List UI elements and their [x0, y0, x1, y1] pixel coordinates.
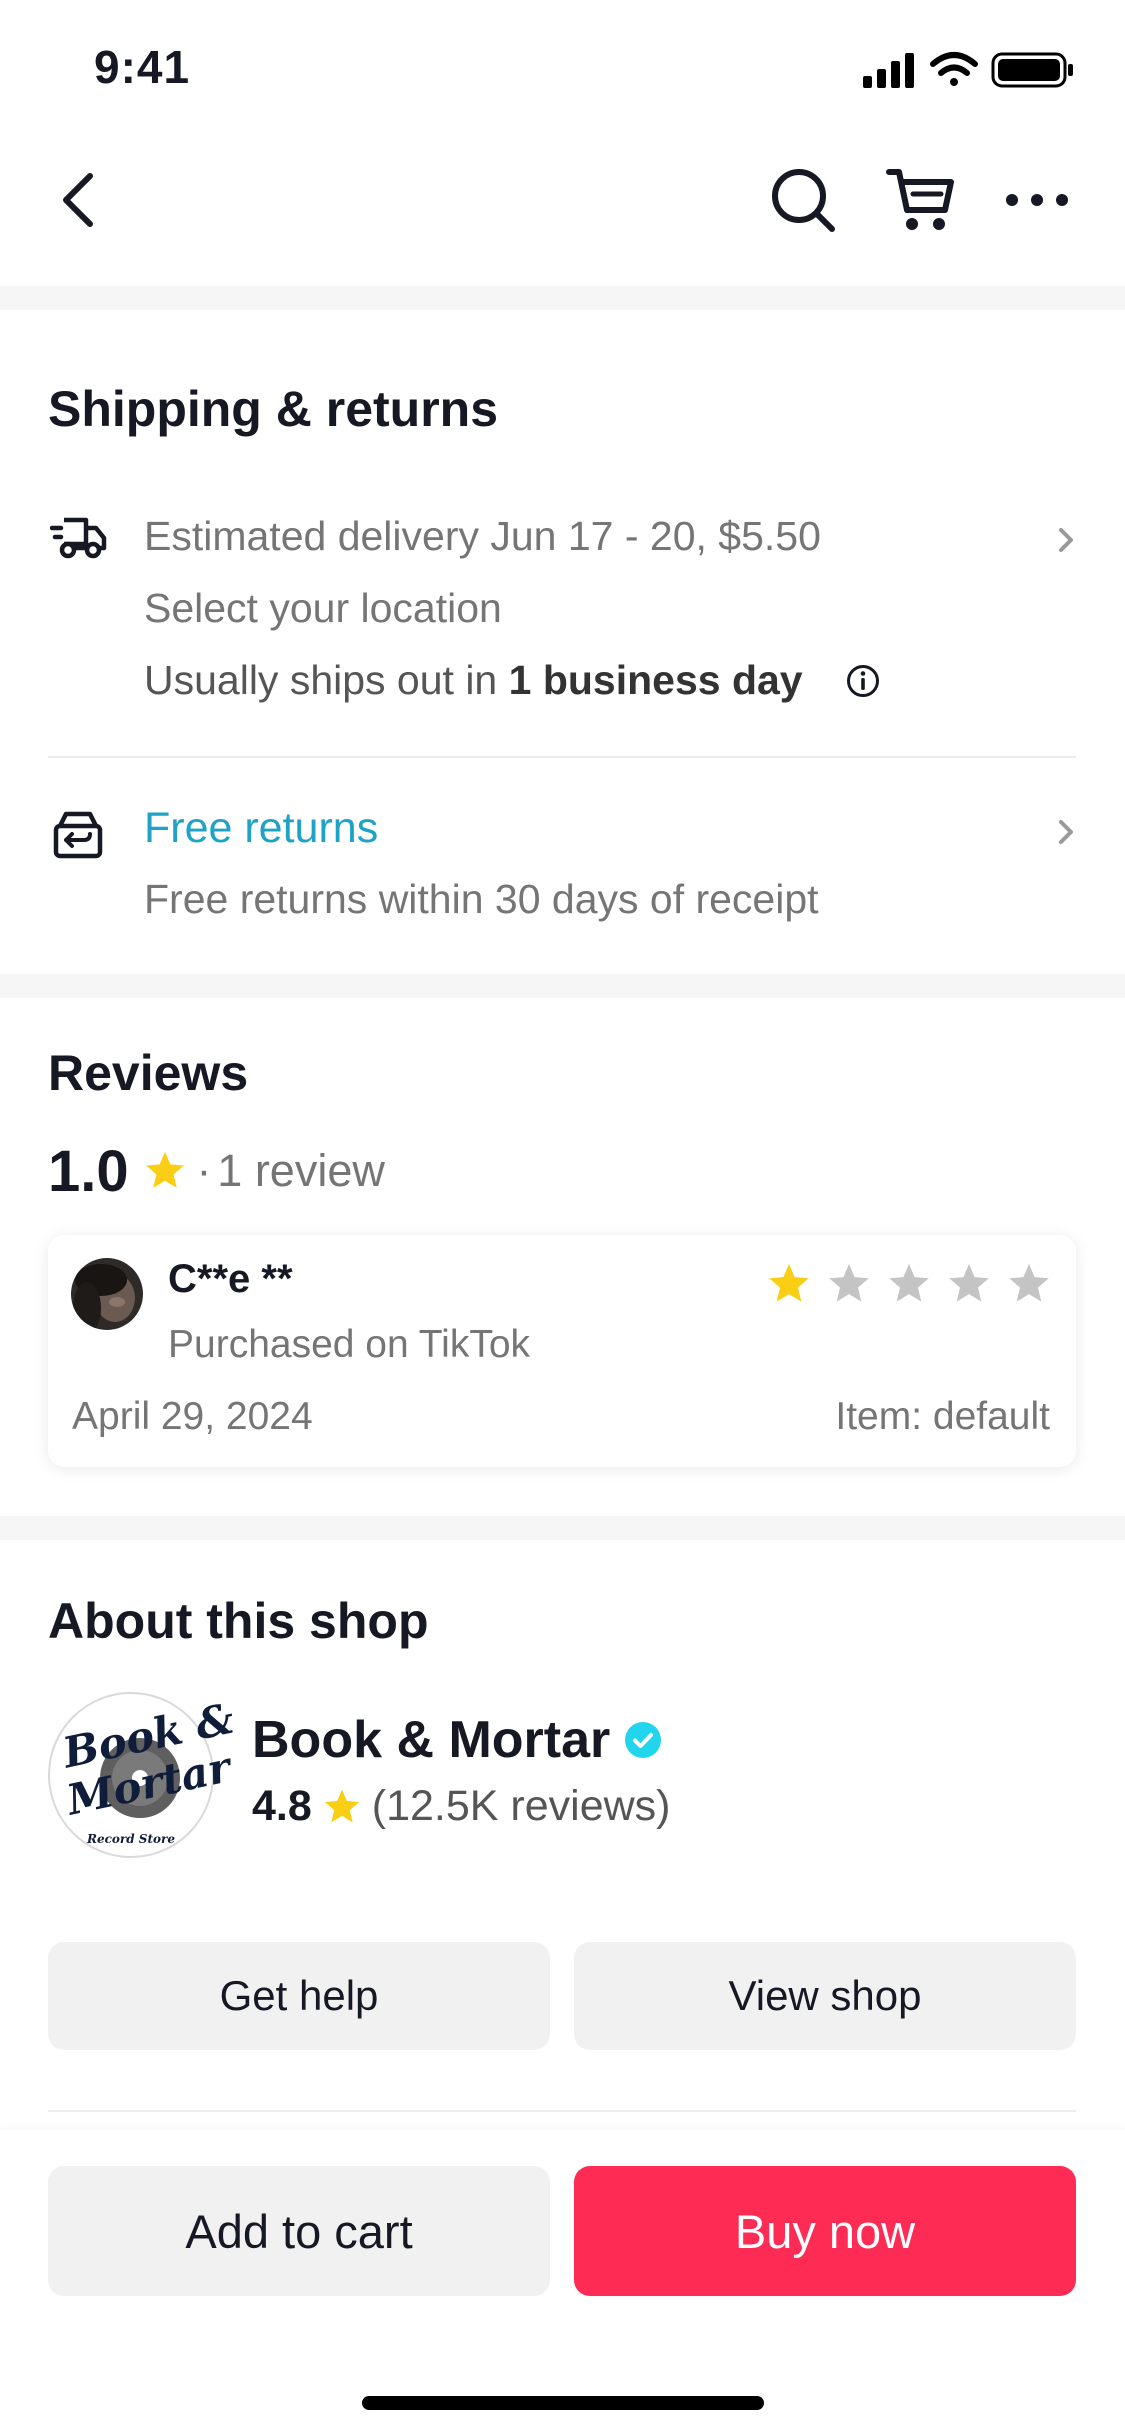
star-empty-icon — [949, 1263, 989, 1302]
cellular-signal-icon — [863, 53, 914, 88]
wifi-icon — [930, 52, 978, 86]
chevron-left-icon[interactable] — [50, 170, 110, 230]
star-empty-icon — [829, 1263, 869, 1302]
star-icon — [324, 1789, 359, 1822]
returns-box-icon — [53, 811, 103, 859]
home-indicator — [362, 2396, 764, 2410]
estimated-delivery-text: Estimated delivery Jun 17 - 20, $5.50 — [144, 513, 821, 559]
get-help-button[interactable]: Get help — [48, 1942, 550, 2050]
reviews-section-title: Reviews — [48, 1045, 249, 1101]
bottom-action-bar: Add to cart Buy now — [0, 2130, 1125, 2436]
reviewer-name: C**e ** — [168, 1257, 293, 1301]
shop-logo-subtitle: Record Store — [87, 1832, 175, 1846]
reviews-count: 1 review — [217, 1145, 385, 1196]
ships-out-text: Usually ships out in 1 business day — [144, 657, 803, 704]
buy-now-button[interactable]: Buy now — [574, 2166, 1076, 2296]
shop-rating-row: 4.8 (12.5K reviews) — [252, 1782, 671, 1831]
shop-review-count: (12.5K reviews) — [371, 1782, 671, 1830]
reviewer-avatar — [71, 1258, 143, 1330]
view-shop-button[interactable]: View shop — [574, 1942, 1076, 2050]
shop-rating: 4.8 — [252, 1782, 312, 1830]
star-filled-icon — [769, 1263, 809, 1302]
add-to-cart-button[interactable]: Add to cart — [48, 2166, 550, 2296]
row-divider — [48, 2110, 1076, 2112]
section-divider — [0, 286, 1125, 310]
row-divider — [48, 756, 1076, 758]
review-stars — [766, 1261, 1052, 1307]
search-icon[interactable] — [768, 165, 838, 235]
reviews-summary[interactable]: 1.0 · 1 review — [48, 1136, 385, 1206]
section-divider — [0, 974, 1125, 998]
review-variant: Item: default — [835, 1395, 1050, 1438]
free-returns-desc: Free returns within 30 days of receipt — [144, 876, 819, 922]
review-source: Purchased on TikTok — [168, 1323, 531, 1366]
shop-name-row[interactable]: Book & Mortar — [252, 1710, 662, 1770]
ships-out-prefix: Usually ships out in — [144, 657, 509, 703]
separator-dot: · — [196, 1146, 212, 1195]
shop-logo[interactable]: Book & Mortar Record Store — [48, 1692, 238, 1858]
verified-badge-icon — [625, 1722, 662, 1758]
shop-name: Book & Mortar — [252, 1711, 611, 1769]
top-nav-bar — [0, 140, 1125, 260]
about-shop-title: About this shop — [48, 1593, 429, 1649]
cart-icon[interactable] — [885, 164, 957, 236]
review-date: April 29, 2024 — [72, 1395, 313, 1438]
review-card[interactable]: C**e ** Purchased on TikTok April 29, 20… — [48, 1235, 1076, 1467]
shipping-delivery-row[interactable]: Estimated delivery Jun 17 - 20, $5.50 Se… — [0, 500, 1125, 730]
reviews-rating-value: 1.0 — [48, 1138, 129, 1204]
battery-icon — [991, 52, 1073, 88]
section-divider — [0, 1516, 1125, 1540]
delivery-truck-icon — [50, 517, 107, 559]
free-returns-title: Free returns — [144, 804, 379, 852]
free-returns-row[interactable]: Free returns Free returns within 30 days… — [0, 790, 1125, 940]
more-horizontal-icon[interactable] — [1004, 180, 1070, 220]
shipping-section-title: Shipping & returns — [48, 381, 498, 437]
ships-out-duration: 1 business day — [508, 657, 803, 703]
select-location-text: Select your location — [144, 585, 502, 631]
star-empty-icon — [1009, 1263, 1049, 1302]
status-icons — [863, 52, 1073, 88]
status-time: 9:41 — [94, 41, 191, 93]
chevron-right-icon — [1059, 820, 1073, 844]
star-empty-icon — [889, 1263, 929, 1302]
chevron-right-icon — [1059, 528, 1073, 552]
info-icon[interactable] — [845, 663, 881, 699]
star-icon — [145, 1151, 184, 1188]
